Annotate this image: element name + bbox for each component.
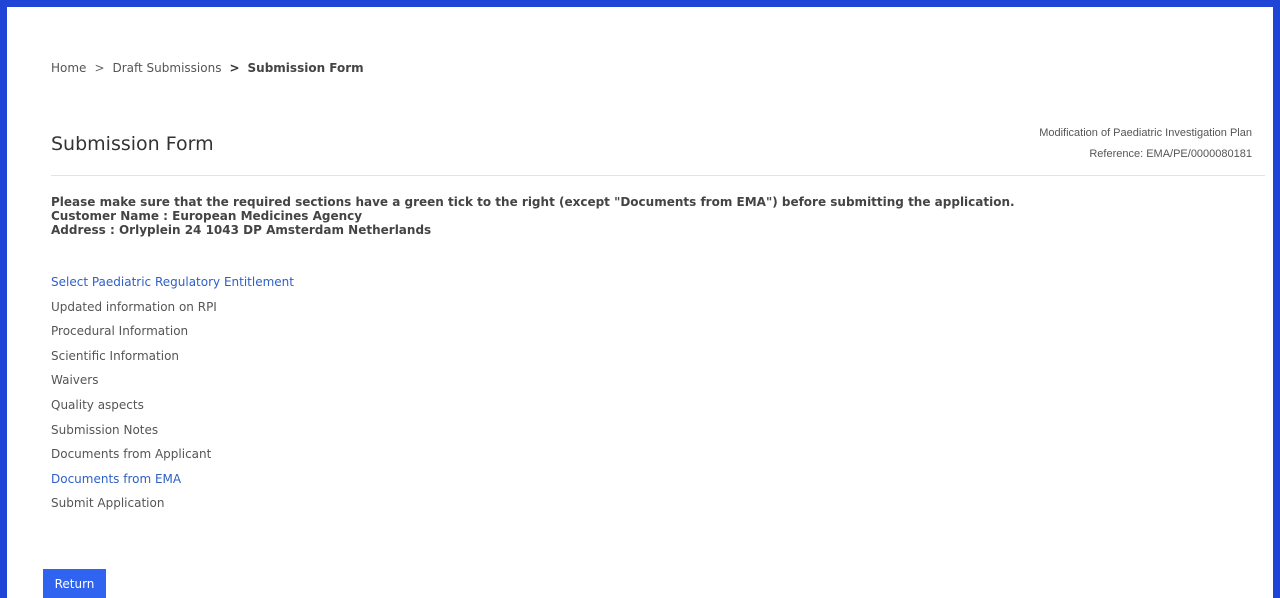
breadcrumb-home[interactable]: Home bbox=[51, 61, 86, 75]
customer-address: Address : Orlyplein 24 1043 DP Amsterdam… bbox=[51, 223, 432, 237]
section-item: Updated information on RPI bbox=[51, 298, 294, 323]
section-documents-from-applicant[interactable]: Documents from Applicant bbox=[51, 447, 211, 461]
title-divider bbox=[51, 175, 1265, 176]
instruction-notice: Please make sure that the required secti… bbox=[51, 195, 1015, 209]
section-submit-application[interactable]: Submit Application bbox=[51, 496, 164, 510]
section-list: Select Paediatric Regulatory Entitlement… bbox=[51, 273, 294, 519]
breadcrumb-draft-submissions[interactable]: Draft Submissions bbox=[113, 61, 222, 75]
section-item: Select Paediatric Regulatory Entitlement bbox=[51, 273, 294, 298]
section-item: Submit Application bbox=[51, 494, 294, 519]
section-documents-from-ema[interactable]: Documents from EMA bbox=[51, 472, 181, 486]
section-quality-aspects[interactable]: Quality aspects bbox=[51, 398, 144, 412]
breadcrumb: Home > Draft Submissions > Submission Form bbox=[51, 61, 364, 75]
customer-name: Customer Name : European Medicines Agenc… bbox=[51, 209, 363, 223]
section-procedural-information[interactable]: Procedural Information bbox=[51, 324, 188, 338]
instructions: Please make sure that the required secti… bbox=[51, 195, 1015, 237]
section-item: Quality aspects bbox=[51, 396, 294, 421]
procedure-type: Modification of Paediatric Investigation… bbox=[1039, 127, 1252, 139]
section-scientific-information[interactable]: Scientific Information bbox=[51, 349, 179, 363]
section-item: Documents from Applicant bbox=[51, 445, 294, 470]
section-item: Procedural Information bbox=[51, 322, 294, 347]
section-waivers[interactable]: Waivers bbox=[51, 373, 98, 387]
section-submission-notes[interactable]: Submission Notes bbox=[51, 423, 158, 437]
breadcrumb-current: Submission Form bbox=[247, 61, 364, 75]
section-item: Submission Notes bbox=[51, 421, 294, 446]
section-select-paediatric-regulatory-entitlement[interactable]: Select Paediatric Regulatory Entitlement bbox=[51, 275, 294, 289]
section-item: Waivers bbox=[51, 371, 294, 396]
procedure-meta: Modification of Paediatric Investigation… bbox=[1039, 123, 1252, 165]
section-item: Scientific Information bbox=[51, 347, 294, 372]
section-item: Documents from EMA bbox=[51, 470, 294, 495]
reference-number: Reference: EMA/PE/0000080181 bbox=[1089, 148, 1252, 160]
app-frame: Home > Draft Submissions > Submission Form S… bbox=[0, 0, 1280, 598]
breadcrumb-separator: > bbox=[94, 61, 105, 75]
breadcrumb-separator: > bbox=[229, 61, 240, 75]
section-updated-information-on-rpi[interactable]: Updated information on RPI bbox=[51, 300, 217, 314]
return-button[interactable]: Return bbox=[43, 569, 106, 598]
page-title: Submission Form bbox=[51, 133, 214, 155]
